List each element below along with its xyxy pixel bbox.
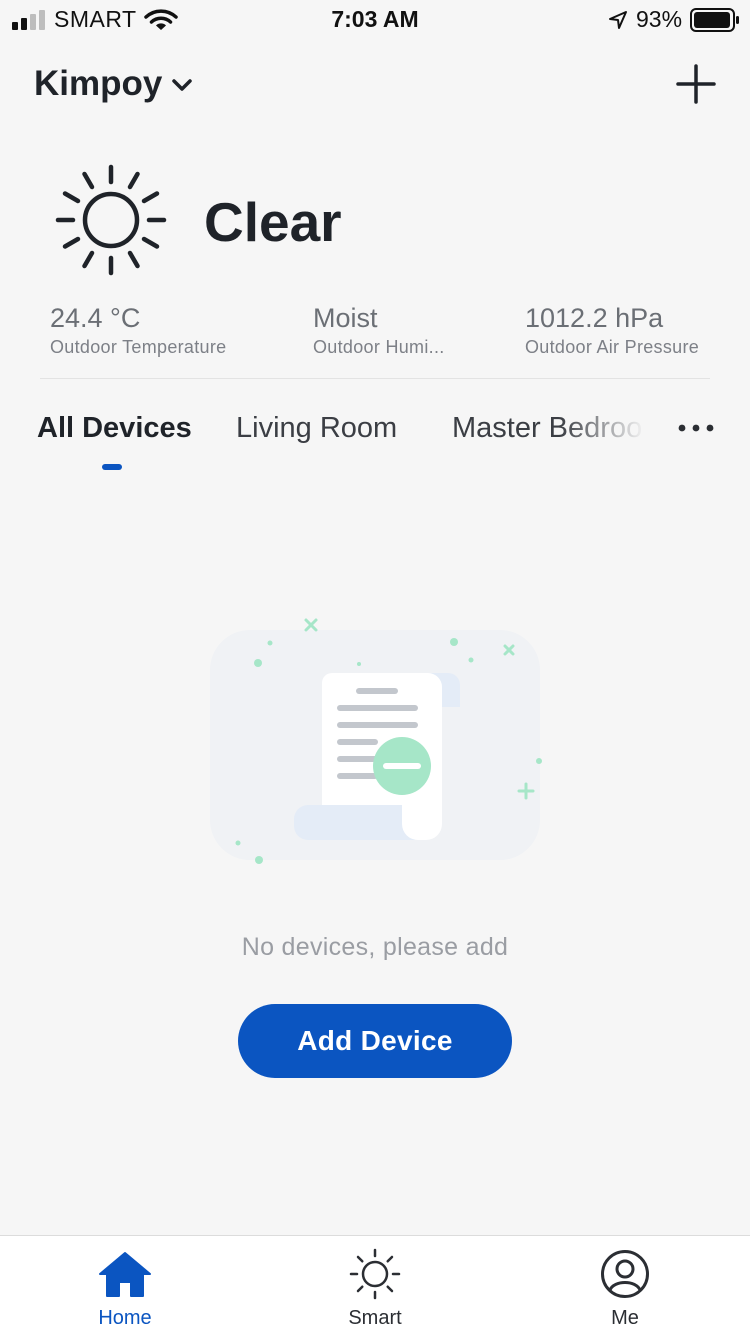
tab-living-room[interactable]: Living Room (236, 412, 397, 445)
outdoor-temperature-value: 24.4 °C (50, 303, 141, 333)
nav-me-label[interactable]: Me (550, 1307, 700, 1330)
location-arrow-icon (609, 11, 627, 29)
outdoor-pressure-label: Outdoor Air Pressure (525, 337, 700, 357)
weather-divider (40, 378, 710, 379)
user-icon (601, 1250, 649, 1298)
empty-state-message: No devices, please add (241, 933, 509, 961)
home-icon (99, 1252, 151, 1297)
smart-sun-icon (349, 1248, 401, 1300)
more-dots-icon[interactable] (676, 420, 716, 436)
weather-condition: Clear (204, 191, 342, 253)
tabs-fade-overlay (560, 400, 660, 460)
nav-smart-label[interactable]: Smart (300, 1307, 450, 1330)
battery-icon (690, 8, 739, 32)
sun-icon (55, 164, 167, 276)
status-bar: SMART 7:03 AM 93% (0, 0, 750, 40)
outdoor-temperature-label: Outdoor Temperature (50, 337, 227, 357)
outdoor-humidity-label: Outdoor Humi... (313, 337, 445, 357)
chevron-down-icon (172, 79, 192, 91)
active-tab-indicator (102, 464, 122, 470)
battery-percent: 93% (636, 6, 683, 32)
home-name: Kimpoy (34, 64, 163, 103)
outdoor-pressure-value: 1012.2 hPa (525, 303, 664, 333)
add-home-plus-icon[interactable] (676, 64, 716, 104)
nav-home-label[interactable]: Home (50, 1307, 200, 1330)
outdoor-humidity-value: Moist (313, 303, 378, 333)
empty-document-illustration (210, 618, 542, 864)
tab-all-devices[interactable]: All Devices (37, 412, 192, 445)
home-selector[interactable]: Kimpoy (34, 60, 204, 110)
add-device-button[interactable]: Add Device (238, 1004, 512, 1078)
